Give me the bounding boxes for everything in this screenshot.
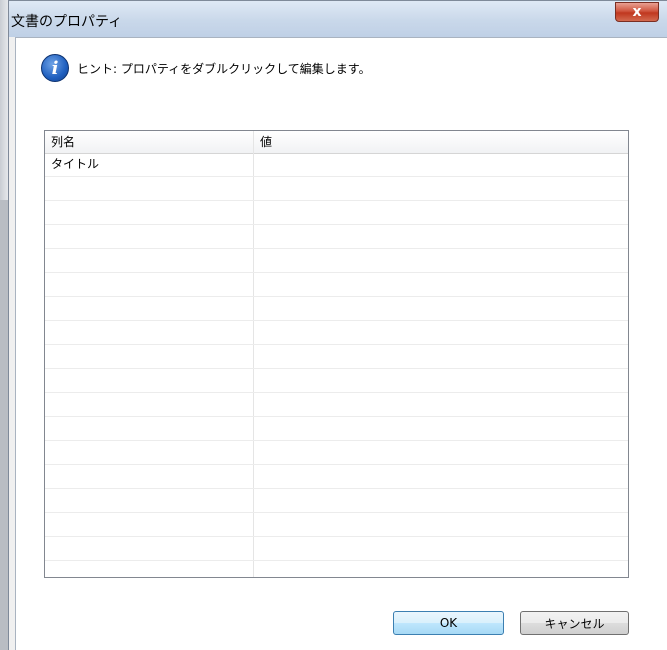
- table-row[interactable]: [45, 321, 628, 345]
- property-grid[interactable]: 列名 値 タイトル: [44, 130, 629, 578]
- property-value-cell[interactable]: [254, 321, 628, 344]
- cancel-button[interactable]: キャンセル: [520, 611, 629, 635]
- property-name-cell[interactable]: [45, 273, 254, 296]
- property-name-cell[interactable]: [45, 489, 254, 512]
- table-row[interactable]: [45, 513, 628, 537]
- table-row[interactable]: [45, 249, 628, 273]
- property-name-cell[interactable]: [45, 321, 254, 344]
- table-row[interactable]: [45, 201, 628, 225]
- column-header-name[interactable]: 列名: [45, 131, 254, 153]
- property-name-cell[interactable]: [45, 441, 254, 464]
- property-name-cell[interactable]: [45, 225, 254, 248]
- property-name-cell[interactable]: [45, 513, 254, 536]
- title-bar[interactable]: 文書のプロパティ x: [9, 1, 667, 37]
- property-name-cell[interactable]: [45, 345, 254, 368]
- window-title: 文書のプロパティ: [11, 14, 123, 30]
- property-name-cell[interactable]: [45, 561, 254, 577]
- table-row[interactable]: [45, 537, 628, 561]
- property-value-cell[interactable]: [254, 513, 628, 536]
- property-value-cell[interactable]: [254, 561, 628, 577]
- table-row[interactable]: [45, 369, 628, 393]
- info-icon: i: [41, 54, 69, 82]
- property-value-cell[interactable]: [254, 249, 628, 272]
- close-icon: x: [632, 4, 642, 20]
- table-row[interactable]: [45, 393, 628, 417]
- property-name-cell[interactable]: [45, 177, 254, 200]
- hint-area: i ヒント: プロパティをダブルクリックして編集します。: [41, 53, 371, 83]
- property-value-cell[interactable]: [254, 177, 628, 200]
- property-name-cell[interactable]: [45, 249, 254, 272]
- table-row[interactable]: [45, 273, 628, 297]
- property-name-cell[interactable]: [45, 417, 254, 440]
- property-value-cell[interactable]: [254, 297, 628, 320]
- property-value-cell[interactable]: [254, 489, 628, 512]
- hint-text: ヒント: プロパティをダブルクリックして編集します。: [77, 61, 371, 76]
- table-row[interactable]: [45, 489, 628, 513]
- property-name-cell[interactable]: [45, 201, 254, 224]
- table-row[interactable]: [45, 561, 628, 577]
- property-value-cell[interactable]: [254, 153, 628, 176]
- property-name-cell[interactable]: [45, 537, 254, 560]
- property-value-cell[interactable]: [254, 201, 628, 224]
- property-value-cell[interactable]: [254, 369, 628, 392]
- table-row[interactable]: [45, 345, 628, 369]
- table-row[interactable]: [45, 465, 628, 489]
- table-row[interactable]: [45, 297, 628, 321]
- close-button[interactable]: x: [615, 2, 659, 22]
- property-value-cell[interactable]: [254, 441, 628, 464]
- property-value-cell[interactable]: [254, 345, 628, 368]
- property-name-cell[interactable]: [45, 465, 254, 488]
- table-row[interactable]: [45, 417, 628, 441]
- property-value-cell[interactable]: [254, 417, 628, 440]
- background-window-shade: [0, 200, 8, 650]
- property-value-cell[interactable]: [254, 225, 628, 248]
- property-name-cell[interactable]: タイトル: [45, 153, 254, 176]
- background-window-edge: [0, 0, 8, 650]
- column-header-value[interactable]: 値: [254, 131, 628, 153]
- table-row[interactable]: タイトル: [45, 153, 628, 177]
- table-row[interactable]: [45, 225, 628, 249]
- table-row[interactable]: [45, 441, 628, 465]
- property-name-cell[interactable]: [45, 369, 254, 392]
- property-value-cell[interactable]: [254, 465, 628, 488]
- property-value-cell[interactable]: [254, 273, 628, 296]
- property-value-cell[interactable]: [254, 537, 628, 560]
- table-row[interactable]: [45, 177, 628, 201]
- grid-header: 列名 値: [45, 131, 628, 154]
- ok-button[interactable]: OK: [393, 611, 504, 635]
- property-name-cell[interactable]: [45, 297, 254, 320]
- property-name-cell[interactable]: [45, 393, 254, 416]
- property-value-cell[interactable]: [254, 393, 628, 416]
